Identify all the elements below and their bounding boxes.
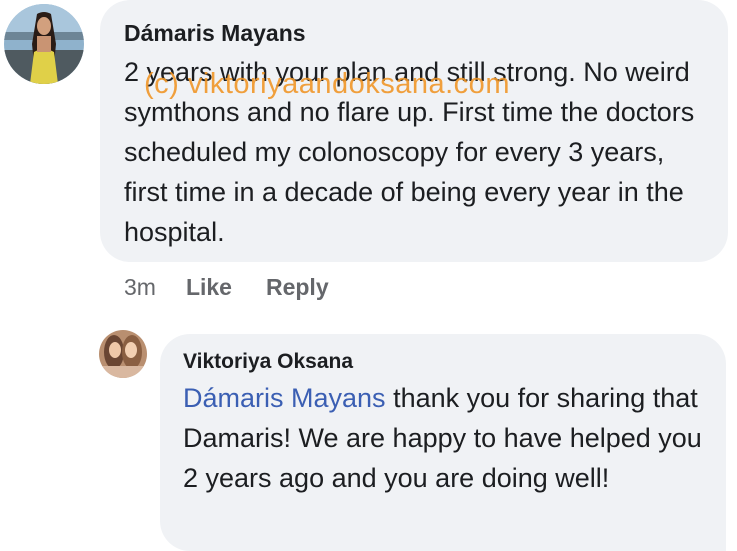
reply-author-avatar[interactable] (99, 330, 147, 378)
mention-link[interactable]: Dámaris Mayans (183, 383, 386, 413)
reply-button[interactable]: Reply (266, 274, 329, 301)
comment-timestamp[interactable]: 3m (124, 274, 156, 301)
commenter-avatar[interactable] (4, 4, 84, 84)
commenter-photo-icon (4, 4, 84, 84)
reply-author-photo-icon (99, 330, 147, 378)
comment-bubble: Dámaris Mayans 2 years with your plan an… (100, 0, 728, 262)
comment-text: 2 years with your plan and still strong.… (124, 57, 695, 247)
like-button[interactable]: Like (186, 274, 232, 301)
comment-actions: 3m Like Reply (124, 270, 363, 304)
comment-thread: Dámaris Mayans 2 years with your plan an… (0, 0, 737, 551)
reply-author[interactable]: Viktoriya Oksana (183, 348, 704, 376)
comment-author[interactable]: Dámaris Mayans (124, 18, 706, 48)
reply-text: Dámaris Mayans thank you for sharing tha… (183, 378, 708, 498)
reply-bubble: Viktoriya Oksana Dámaris Mayans thank yo… (160, 334, 726, 551)
